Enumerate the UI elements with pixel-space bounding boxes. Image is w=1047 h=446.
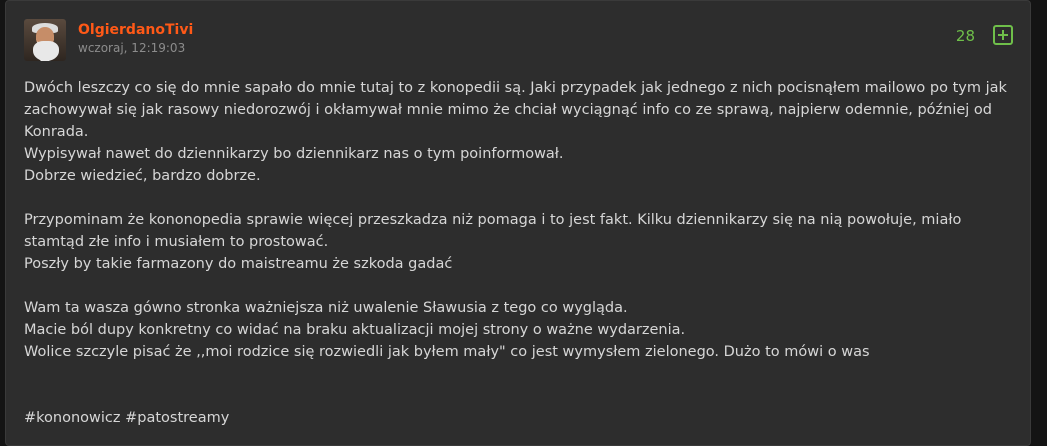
vote-count: 28 [955, 27, 975, 45]
post-line: Macie ból dupy konkretny co widać na bra… [24, 322, 686, 338]
avatar[interactable] [24, 19, 66, 61]
post-paragraph-3: Wam ta wasza gówno stronka ważniejsza ni… [24, 297, 1014, 363]
post-card: OlgierdanoTivi wczoraj, 12:19:03 28 Dwóc… [5, 0, 1031, 446]
tag-link-patostreamy[interactable]: #patostreamy [125, 410, 229, 426]
post-line: Przypominam że kononopedia sprawie więce… [24, 212, 962, 250]
post-line: Wypisywał nawet do dziennikarzy bo dzien… [24, 146, 564, 162]
post-line: Poszły by takie farmazony do maistreamu … [24, 256, 453, 272]
post-timestamp: wczoraj, 12:19:03 [78, 41, 186, 55]
post-paragraph-1: Dwóch leszczy co się do mnie sapało do m… [24, 77, 1014, 187]
post-paragraph-2: Przypominam że kononopedia sprawie więce… [24, 209, 1014, 275]
tag-link-kononowicz[interactable]: #kononowicz [24, 410, 121, 426]
post-line: Wam ta wasza gówno stronka ważniejsza ni… [24, 300, 628, 316]
post-line: Dwóch leszczy co się do mnie sapało do m… [24, 80, 1007, 140]
author-link[interactable]: OlgierdanoTivi [78, 22, 193, 38]
avatar-beard [33, 41, 59, 61]
post-line: Wolice szczyle pisać że ,,moi rodzice si… [24, 344, 870, 360]
post-line: Dobrze wiedzieć, bardzo dobrze. [24, 168, 261, 184]
post-tags: #kononowicz #patostreamy [24, 407, 1014, 429]
post-body: Dwóch leszczy co się do mnie sapało do m… [24, 77, 1014, 429]
upvote-plus-icon[interactable] [993, 25, 1013, 45]
